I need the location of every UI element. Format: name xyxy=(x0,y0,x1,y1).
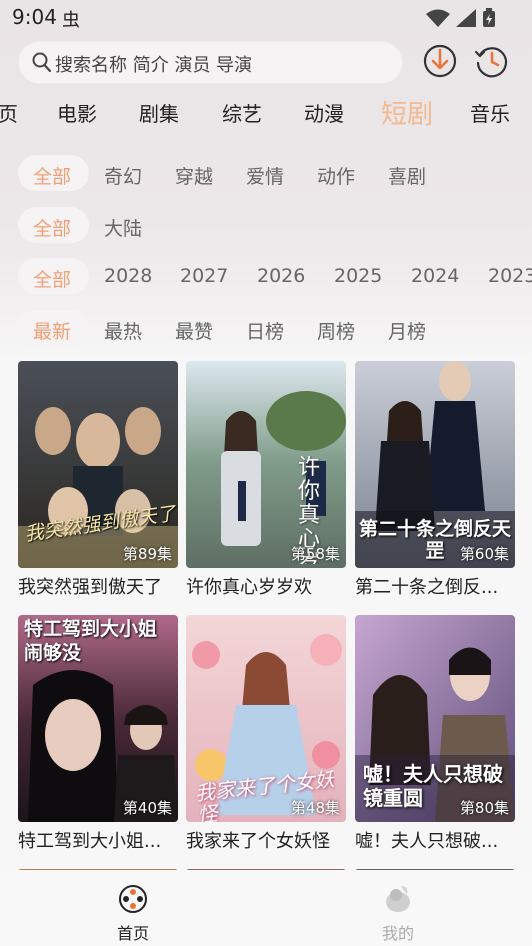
tab-movie[interactable]: 电影 xyxy=(57,98,97,127)
drama-poster[interactable]: 嘘！夫人只想破镜重圆 第80集 xyxy=(355,615,515,822)
year-2024[interactable]: 2024 xyxy=(411,265,459,287)
genre-time-travel[interactable]: 穿越 xyxy=(175,162,213,189)
drama-title[interactable]: 嘘！夫人只想破... xyxy=(355,827,515,853)
sort-newest[interactable]: 最新 xyxy=(33,317,71,344)
sort-daily[interactable]: 日榜 xyxy=(246,317,284,344)
drama-poster[interactable]: 特工驾到大小姐闹够没 第40集 xyxy=(18,615,178,822)
genre-action[interactable]: 动作 xyxy=(317,162,355,189)
tab-home[interactable]: 页 xyxy=(0,98,18,127)
search-bar[interactable]: 搜索名称 简介 演员 导演 xyxy=(18,41,403,84)
genre-fantasy[interactable]: 奇幻 xyxy=(104,162,142,189)
bug-icon: 虫 xyxy=(62,10,80,31)
sort-most-liked[interactable]: 最赞 xyxy=(175,317,213,344)
status-bar: 9:04 虫 xyxy=(0,0,532,36)
drama-title[interactable]: 我家来了个女妖怪 xyxy=(186,827,346,853)
region-all[interactable]: 全部 xyxy=(33,214,71,241)
episode-count: 第80集 xyxy=(459,799,509,817)
drama-title[interactable]: 特工驾到大小姐... xyxy=(18,827,178,853)
drama-poster[interactable]: 许你真心岁岁欢 第58集 xyxy=(186,361,346,568)
film-reel-icon xyxy=(119,885,147,913)
sort-hottest[interactable]: 最热 xyxy=(104,317,142,344)
episode-count: 第89集 xyxy=(122,545,172,563)
battery-icon xyxy=(483,8,495,27)
region-filter: 全部 大陆 xyxy=(0,207,532,245)
sort-monthly[interactable]: 月榜 xyxy=(388,317,426,344)
drama-poster[interactable]: 我家来了个女妖怪 第48集 xyxy=(186,615,346,822)
drama-poster[interactable]: 第二十条之倒反天罡 第60集 xyxy=(355,361,515,568)
drama-poster[interactable]: 我突然强到傲天了 第89集 xyxy=(18,361,178,568)
signal-icon xyxy=(456,9,476,27)
genre-romance[interactable]: 爱情 xyxy=(246,162,284,189)
drama-title[interactable]: 第二十条之倒反... xyxy=(355,573,515,599)
download-icon[interactable] xyxy=(422,43,458,79)
tab-short-drama[interactable]: 短剧 xyxy=(381,94,433,131)
tab-variety[interactable]: 综艺 xyxy=(222,98,262,127)
episode-count: 第48集 xyxy=(290,799,340,817)
year-2026[interactable]: 2026 xyxy=(257,265,305,287)
region-mainland[interactable]: 大陆 xyxy=(104,214,142,241)
year-2027[interactable]: 2027 xyxy=(180,265,228,287)
genre-comedy[interactable]: 喜剧 xyxy=(388,162,426,189)
nav-profile[interactable]: 我的 xyxy=(358,884,438,944)
drama-title[interactable]: 我突然强到傲天了 xyxy=(18,573,178,599)
tab-series[interactable]: 剧集 xyxy=(139,98,179,127)
category-tabs: 页 电影 剧集 综艺 动漫 短剧 音乐 xyxy=(0,98,532,134)
history-icon[interactable] xyxy=(474,43,510,79)
nav-home-label: 首页 xyxy=(116,924,149,943)
year-2025[interactable]: 2025 xyxy=(334,265,382,287)
search-icon xyxy=(32,52,52,73)
nav-home[interactable]: 首页 xyxy=(93,884,173,944)
episode-count: 第60集 xyxy=(459,545,509,563)
profile-icon xyxy=(386,886,410,912)
drama-title[interactable]: 许你真心岁岁欢 xyxy=(186,573,346,599)
tab-music[interactable]: 音乐 xyxy=(470,98,510,127)
sort-filter: 最新 最热 最赞 日榜 周榜 月榜 xyxy=(0,310,532,348)
bottom-navigation: 首页 我的 xyxy=(0,870,532,946)
sort-weekly[interactable]: 周榜 xyxy=(317,317,355,344)
genre-filter: 全部 奇幻 穿越 爱情 动作 喜剧 xyxy=(0,155,532,193)
year-filter: 全部 2028 2027 2026 2025 2024 2023 xyxy=(0,258,532,296)
year-2028[interactable]: 2028 xyxy=(104,265,152,287)
nav-profile-label: 我的 xyxy=(381,924,414,943)
wifi-icon xyxy=(426,9,450,27)
search-placeholder: 搜索名称 简介 演员 导演 xyxy=(55,55,253,76)
tab-anime[interactable]: 动漫 xyxy=(304,98,344,127)
episode-count: 第40集 xyxy=(122,799,172,817)
year-all[interactable]: 全部 xyxy=(33,265,71,292)
status-time: 9:04 xyxy=(12,5,57,29)
poster-title-art: 特工驾到大小姐闹够没 xyxy=(24,618,158,664)
episode-count: 第58集 xyxy=(290,545,340,563)
genre-all[interactable]: 全部 xyxy=(33,162,71,189)
year-2023[interactable]: 2023 xyxy=(488,265,532,287)
